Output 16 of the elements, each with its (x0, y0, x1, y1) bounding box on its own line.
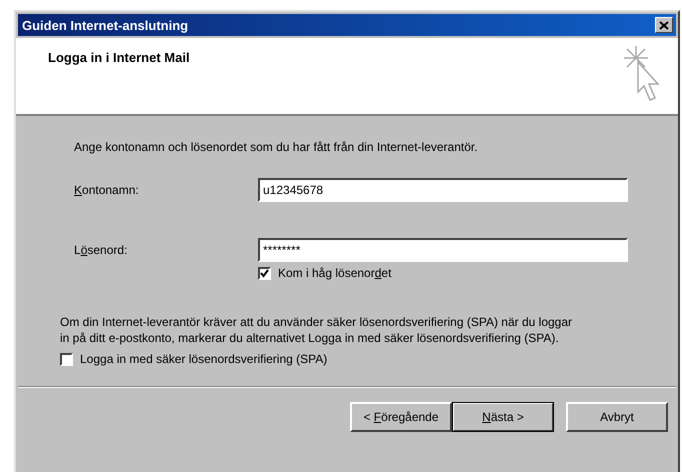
window-title: Guiden Internet-anslutning (22, 18, 188, 32)
cancel-button[interactable]: Avbryt (566, 402, 668, 432)
next-button[interactable]: Nästa > (452, 402, 554, 432)
spa-info-text: Om din Internet-leverantör kräver att du använder säker lösenordsverifiering (SPA) när du loggar in på ditt e-postkonto, markerar du alternativet Logga in med säker lösenordsverifiering (SPA). (60, 314, 574, 346)
field-label: Lösenord: (74, 243, 128, 257)
page-heading: Logga in i Internet Mail (48, 50, 190, 66)
field-label: Kontonamn: (74, 183, 140, 197)
input-field[interactable]: u12345678 (258, 178, 628, 202)
close-button[interactable] (655, 17, 673, 33)
check-icon (260, 268, 269, 278)
input-field[interactable]: ******** (258, 238, 628, 262)
instruction-text: Ange kontonamn och lösenordet som du har fått från din Internet-leverantör. (74, 140, 479, 156)
back-button[interactable]: < Föregående (350, 402, 452, 432)
checkbox[interactable] (60, 352, 73, 366)
checkbox[interactable] (258, 266, 271, 280)
close-icon (659, 20, 669, 30)
